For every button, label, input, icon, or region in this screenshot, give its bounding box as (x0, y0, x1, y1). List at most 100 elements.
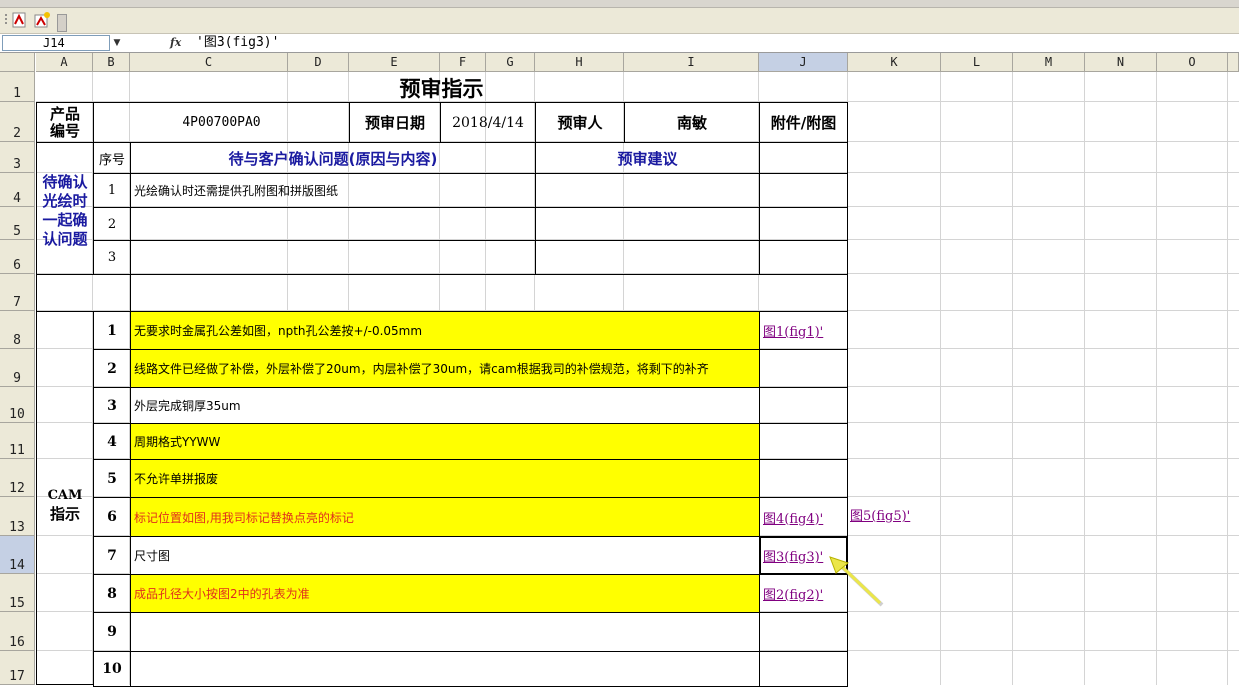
toolbar-options-icon[interactable] (57, 14, 67, 32)
attachment-link-fig11[interactable]: 图1(fig1)' (763, 321, 823, 340)
cam-item-no: 7 (93, 536, 131, 575)
column-header-m[interactable]: M (1013, 53, 1085, 72)
row-header-1[interactable]: 1 (0, 72, 35, 102)
pending-item-attachment (759, 240, 848, 275)
cam-item-text (130, 612, 760, 652)
row-header-15[interactable]: 15 (0, 574, 35, 612)
review-date-label: 预审日期 (349, 102, 441, 143)
formula-input[interactable]: '图3(fig3)' (196, 35, 796, 51)
cam-item-text: 周期格式YYWW (130, 423, 760, 460)
gridline-vertical (940, 72, 941, 685)
cam-item-no: 10 (93, 651, 131, 687)
attachment-header-blank (759, 142, 848, 174)
row-header-6[interactable]: 6 (0, 240, 35, 274)
row-header-5[interactable]: 5 (0, 207, 35, 240)
pending-item-suggestion (535, 240, 760, 275)
pending-label: 待确认光绘时一起确认问题 (42, 173, 88, 248)
row-header-12[interactable]: 12 (0, 459, 35, 497)
row-number: 7 (13, 295, 21, 310)
attachment-link-fig5[interactable]: 图5(fig5)' (850, 508, 910, 526)
cam-item-text: 线路文件已经做了补偿，外层补偿了20um，内层补偿了30um，请cam根据我司的… (130, 349, 760, 388)
cam-item-text: 无要求时金属孔公差如图，npth孔公差按+/-0.05mm (130, 311, 760, 350)
cam-item-text: 标记位置如图,用我司标记替换点亮的标记 (130, 497, 760, 537)
pending-item-suggestion (535, 207, 760, 241)
seq-header: 序号 (93, 142, 131, 174)
row-header-11[interactable]: 11 (0, 423, 35, 459)
row-number: 5 (13, 224, 21, 239)
pending-label-cell: 待确认光绘时一起确认问题 (36, 142, 94, 275)
name-box[interactable]: J14 (2, 35, 110, 51)
cam-item-text (130, 651, 760, 687)
reviewer-label: 预审人 (535, 102, 625, 143)
suggestion-header: 预审建议 (535, 142, 760, 174)
cam-item-attachment: 图1(fig1)' (759, 311, 848, 350)
gridline-vertical (1012, 72, 1013, 685)
column-header-i[interactable]: I (624, 53, 759, 72)
row-header-13[interactable]: 13 (0, 497, 35, 536)
cam-item-attachment (759, 349, 848, 388)
column-header-a[interactable]: A (36, 53, 93, 72)
row-number: 10 (9, 407, 25, 422)
cam-item-attachment (759, 459, 848, 498)
row-number: 13 (9, 520, 25, 535)
confirm-header: 待与客户确认问题(原因与内容) (130, 142, 536, 174)
product-no-value: 4P00700PA0 (93, 102, 350, 143)
row-number: 15 (9, 596, 25, 611)
row-header-4[interactable]: 4 (0, 173, 35, 207)
column-header-d[interactable]: D (288, 53, 349, 72)
pending-item-text: 光绘确认时还需提供孔附图和拼版图纸 (130, 173, 536, 208)
cam-label: CAM (47, 488, 83, 503)
cam-label-cell: CAM 指示 (36, 311, 94, 685)
row-header-7[interactable]: 7 (0, 274, 35, 311)
select-all-corner[interactable] (0, 53, 35, 72)
row-header-17[interactable]: 17 (0, 651, 35, 685)
pending-item-suggestion (535, 173, 760, 208)
cam-item-text: 外层完成铜厚35um (130, 387, 760, 424)
column-header-l[interactable]: L (941, 53, 1013, 72)
pending-item-text (130, 240, 536, 275)
attachment-link-fig22[interactable]: 图2(fig2)' (763, 584, 823, 603)
row-header-9[interactable]: 9 (0, 349, 35, 387)
row-number: 3 (13, 157, 21, 172)
cam-item-no: 4 (93, 423, 131, 460)
row-number: 8 (13, 333, 21, 348)
row-header-2[interactable]: 2 (0, 102, 35, 142)
pending-item-no: 3 (93, 240, 131, 275)
row-header-8[interactable]: 8 (0, 311, 35, 349)
pdf-export-icon[interactable] (34, 12, 50, 28)
column-header-j[interactable]: J (759, 53, 848, 72)
row-header-16[interactable]: 16 (0, 612, 35, 651)
review-date-value: 2018/4/14 (440, 102, 536, 143)
row-number: 12 (9, 481, 25, 496)
cam-item-no: 1 (93, 311, 131, 350)
fx-icon[interactable]: fx (170, 35, 188, 51)
column-header-f[interactable]: F (440, 53, 486, 72)
column-header-k[interactable]: K (848, 53, 941, 72)
column-header-o[interactable]: O (1157, 53, 1228, 72)
cam-item-text: 尺寸图 (130, 536, 760, 575)
pending-item-text (130, 207, 536, 241)
row-number: 16 (9, 635, 25, 650)
pdf-convert-icon[interactable] (12, 12, 28, 28)
row-header-3[interactable]: 3 (0, 142, 35, 173)
row-number: 11 (9, 443, 25, 458)
column-header-c[interactable]: C (130, 53, 288, 72)
gridline-vertical (1227, 72, 1228, 685)
cam-instruction-label: 指示 (49, 505, 80, 523)
cam-item-no: 6 (93, 497, 131, 537)
sheet-title: 预审指示 (399, 76, 484, 101)
row-header-10[interactable]: 10 (0, 387, 35, 423)
column-header-n[interactable]: N (1085, 53, 1157, 72)
name-box-dropdown-icon[interactable]: ▼ (110, 35, 124, 51)
column-header-e[interactable]: E (349, 53, 440, 72)
toolbar-strip-top (0, 0, 1239, 8)
column-header-h[interactable]: H (535, 53, 624, 72)
cam-item-attachment (759, 423, 848, 460)
column-header-stub (1228, 53, 1239, 72)
column-header-g[interactable]: G (486, 53, 535, 72)
column-header-b[interactable]: B (93, 53, 130, 72)
row-header-14[interactable]: 14 (0, 536, 35, 574)
cam-item-attachment (759, 612, 848, 652)
attachment-link-fig44[interactable]: 图4(fig4)' (763, 508, 823, 527)
product-no-label: 产品 编号 (36, 102, 94, 143)
